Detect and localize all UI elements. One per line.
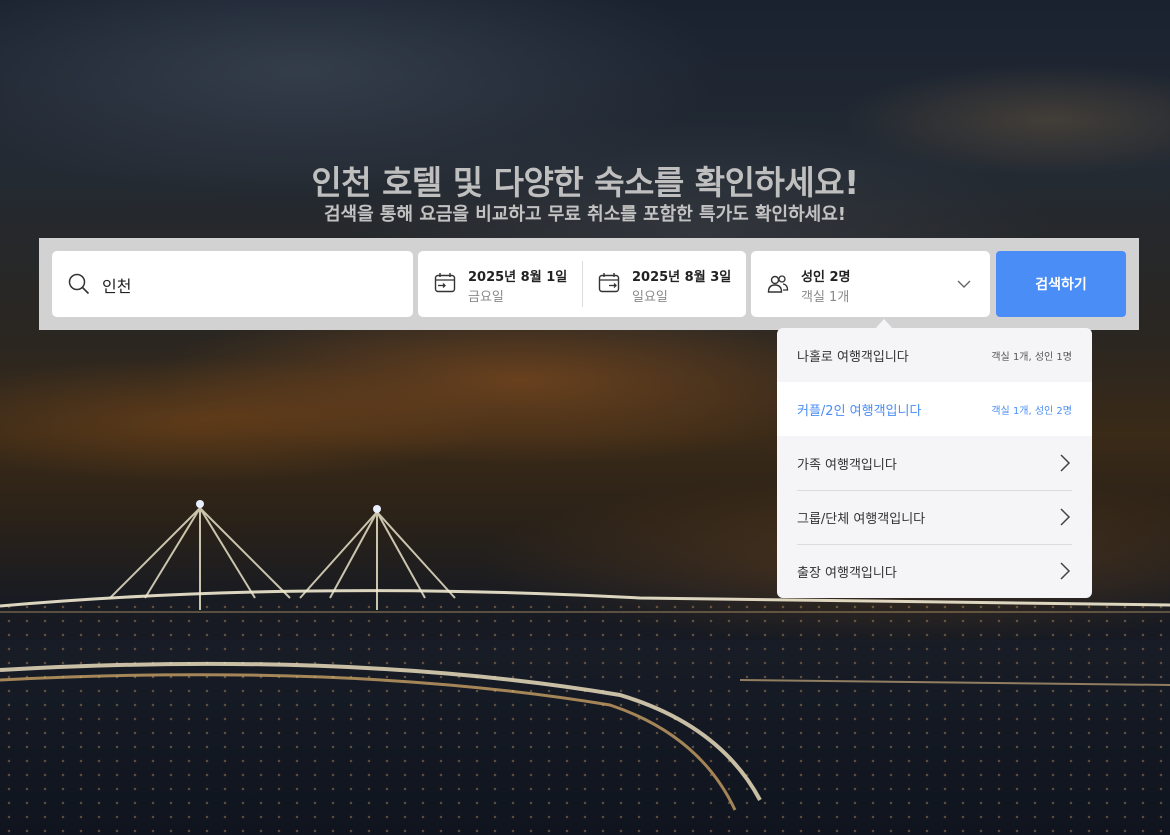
checkin-date[interactable]: 2025년 8월 1일 금요일 <box>418 251 582 317</box>
page-title: 인천 호텔 및 다양한 숙소를 확인하세요! <box>311 163 859 202</box>
destination-field[interactable]: 인천 <box>52 251 413 317</box>
calendar-checkout-icon <box>598 272 620 298</box>
chevron-right-icon <box>1058 561 1072 585</box>
option-family-traveler[interactable]: 가족 여행객입니다 <box>777 436 1092 490</box>
option-meta: 객실 1개, 성인 1명 <box>991 352 1072 363</box>
chevron-right-icon <box>1058 507 1072 531</box>
option-group-traveler[interactable]: 그룹/단체 여행객입니다 <box>777 490 1092 544</box>
checkin-date-label: 2025년 8월 1일 <box>468 270 568 285</box>
option-label: 나홀로 여행객입니다 <box>797 350 909 365</box>
option-solo-traveler[interactable]: 나홀로 여행객입니다 객실 1개, 성인 1명 <box>777 328 1092 382</box>
guests-field[interactable]: 성인 2명 객실 1개 <box>751 251 990 317</box>
people-icon <box>767 273 789 299</box>
option-label: 가족 여행객입니다 <box>797 458 897 473</box>
option-business-traveler[interactable]: 출장 여행객입니다 <box>777 544 1092 598</box>
search-icon <box>68 273 90 299</box>
checkout-weekday: 일요일 <box>632 290 668 305</box>
guests-adults: 성인 2명 <box>801 270 851 285</box>
option-couple-traveler[interactable]: 커플/2인 여행객입니다 객실 1개, 성인 2명 <box>777 382 1092 436</box>
search-button[interactable]: 검색하기 <box>996 251 1126 317</box>
search-bar: 인천 2025년 8월 1일 금요일 2025년 8월 3일 일요일 성인 2명… <box>39 238 1139 330</box>
date-range-field: 2025년 8월 1일 금요일 2025년 8월 3일 일요일 <box>418 251 746 317</box>
destination-value: 인천 <box>102 277 132 296</box>
checkin-weekday: 금요일 <box>468 290 504 305</box>
option-label: 그룹/단체 여행객입니다 <box>797 512 926 527</box>
checkout-date[interactable]: 2025년 8월 3일 일요일 <box>582 251 746 317</box>
page-subtitle: 검색을 통해 요금을 비교하고 무료 취소를 포함한 특가도 확인하세요! <box>323 204 847 225</box>
chevron-right-icon <box>1058 453 1072 477</box>
option-label: 출장 여행객입니다 <box>797 566 897 581</box>
option-meta: 객실 1개, 성인 2명 <box>991 406 1072 417</box>
calendar-checkin-icon <box>434 272 456 298</box>
traveler-type-dropdown: 나홀로 여행객입니다 객실 1개, 성인 1명 커플/2인 여행객입니다 객실 … <box>777 319 1092 598</box>
guests-rooms: 객실 1개 <box>801 290 850 305</box>
option-label: 커플/2인 여행객입니다 <box>797 404 922 419</box>
chevron-down-icon <box>956 276 972 296</box>
checkout-date-label: 2025년 8월 3일 <box>632 270 732 285</box>
